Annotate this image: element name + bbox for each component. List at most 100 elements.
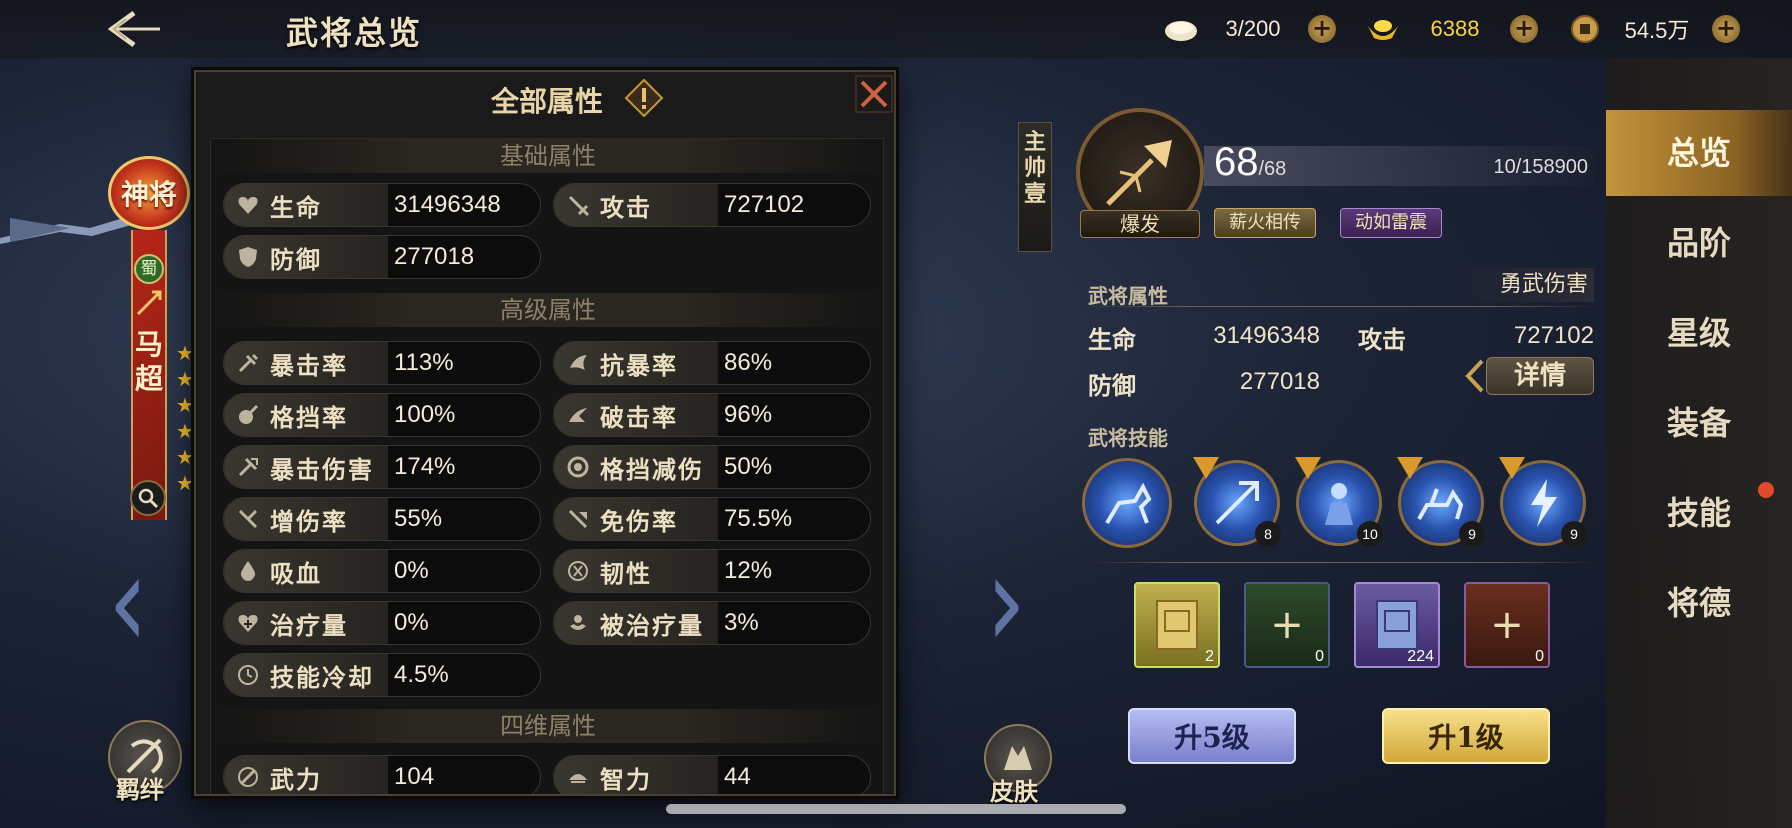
level-display: 68/68 (1214, 140, 1287, 184)
stat-healed: 被治疗量 3% (553, 601, 871, 645)
skills-section-title: 武将技能 (1088, 426, 1168, 450)
resource-coin: 54.5万 + (1568, 12, 1740, 46)
home-indicator[interactable] (666, 804, 1126, 814)
hero-name: 马超 (134, 328, 163, 395)
stat-block-rate: 格挡率 100% (223, 393, 541, 437)
stat-crit-damage: 暴击伤害 174% (223, 445, 541, 489)
star-icon: ★ (176, 445, 194, 469)
add-stamina-button[interactable]: + (1308, 15, 1336, 43)
notification-dot (1758, 482, 1774, 498)
stat-defense: 防御 277018 (223, 235, 541, 279)
stat-hp: 生命 31496348 (223, 183, 541, 227)
skill-slot[interactable]: 9 (1499, 457, 1587, 547)
side-tab-star[interactable]: 星级 (1606, 290, 1792, 376)
type-tag: 爆发 (1080, 210, 1200, 238)
anti-crit-icon (564, 349, 592, 377)
cavalry-icon (1417, 488, 1464, 520)
skill-slot[interactable] (1082, 458, 1172, 548)
info-icon[interactable] (624, 78, 664, 118)
side-tab-equipment[interactable]: 装备 (1606, 380, 1792, 466)
skin-label: 皮肤 (990, 777, 1038, 806)
attr-name: 攻击 (1358, 325, 1406, 354)
attr-value: 727102 (1513, 322, 1594, 349)
stat-intellect: 智力 44 (553, 755, 871, 794)
block-reduce-icon (564, 453, 592, 481)
lightning-icon (1531, 479, 1557, 527)
star-icon: ★ (176, 341, 194, 365)
add-coin-button[interactable]: + (1712, 15, 1740, 43)
stat-attack: 攻击 727102 (553, 183, 871, 227)
add-ingot-button[interactable]: + (1510, 15, 1538, 43)
stamina-value: 3/200 (1225, 16, 1281, 41)
back-button[interactable] (100, 8, 170, 50)
crit-damage-icon (234, 453, 262, 481)
shield-icon (234, 243, 262, 271)
stat-damage-reduce: 免伤率 75.5% (553, 497, 871, 541)
stat-damage-up: 增伤率 55% (223, 497, 541, 541)
stat-block-reduce: 格挡减伤 50% (553, 445, 871, 489)
bun-icon (1164, 15, 1198, 43)
attr-value: 31496348 (1213, 322, 1320, 349)
talent-tag[interactable]: 薪火相传 (1214, 208, 1316, 238)
attributes-modal: 全部属性 基础属性 生命 31496348 攻击 727102 防御 27701… (194, 70, 896, 796)
horse-rider-icon (1105, 482, 1152, 525)
close-button[interactable] (854, 74, 894, 114)
section-title-advanced: 高级属性 (211, 293, 883, 327)
talent-tag[interactable]: 动如雷震 (1340, 208, 1442, 238)
coin-icon (1568, 15, 1602, 43)
attributes-list[interactable]: 基础属性 生命 31496348 攻击 727102 防御 277018 高级属… (210, 138, 884, 794)
stat-anti-crit: 抗暴率 86% (553, 341, 871, 385)
search-icon (138, 488, 159, 509)
stat-crit-rate: 暴击率 113% (223, 341, 541, 385)
heal-icon (234, 609, 262, 637)
star-icon: ★ (176, 393, 194, 417)
pierce-icon (564, 401, 592, 429)
skill-slot[interactable]: 8 (1193, 457, 1281, 547)
resource-ingot: 6388 + (1366, 12, 1538, 46)
gold-ingot-icon (1366, 15, 1400, 43)
section-title-basic: 基础属性 (211, 139, 883, 173)
side-tab-virtue[interactable]: 将德 (1606, 560, 1792, 646)
star-icon: ★ (176, 367, 194, 391)
exp-book-slot[interactable]: + 0 (1464, 582, 1550, 668)
damage-reduce-icon (564, 505, 592, 533)
exp-book-slot[interactable]: + 0 (1244, 582, 1330, 668)
ingot-value: 6388 (1430, 16, 1480, 41)
book-icon (1376, 600, 1418, 650)
star-icon: ★ (176, 419, 194, 443)
bond-label: 羁绊 (116, 775, 164, 804)
attr-value: 277018 (1239, 368, 1320, 395)
stat-healing: 治疗量 0% (223, 601, 541, 645)
hero-stars: ★ ★ ★ ★ ★ ★ (176, 340, 196, 496)
exp-value: 10/158900 (1493, 156, 1588, 178)
rank-badge: 神将 (108, 156, 190, 230)
side-tab-overview[interactable]: 总览 (1606, 110, 1792, 196)
level-up-1-button[interactable]: 升1级 (1382, 708, 1550, 764)
damage-type-tag: 勇武伤害 (1470, 268, 1594, 302)
close-icon (855, 75, 893, 113)
skill-slot[interactable]: 9 (1397, 457, 1485, 547)
toughness-icon (564, 557, 592, 585)
exp-book-slot[interactable]: 224 (1354, 582, 1440, 668)
detail-button[interactable]: 详情 (1464, 356, 1594, 396)
magnify-button[interactable] (130, 480, 166, 516)
side-tab-rank[interactable]: 品阶 (1606, 200, 1792, 286)
might-icon (234, 763, 262, 791)
damage-up-icon (234, 505, 262, 533)
warrior-icon (1325, 483, 1353, 525)
exp-book-slot[interactable]: 2 (1134, 582, 1220, 668)
prev-hero-button[interactable]: ‹ (108, 536, 148, 667)
star-icon: ★ (176, 471, 194, 495)
faction-badge: 蜀 (134, 254, 164, 284)
stat-cooldown: 技能冷却 4.5% (223, 653, 541, 697)
block-icon (234, 401, 262, 429)
back-arrow-icon (107, 10, 160, 48)
skill-slot[interactable]: 10 (1295, 457, 1383, 547)
stat-toughness: 韧性 12% (553, 549, 871, 593)
heart-icon (234, 191, 262, 219)
level-up-5-button[interactable]: 升5级 (1128, 708, 1296, 764)
book-icon (1156, 600, 1198, 650)
spear-class-icon (136, 290, 162, 316)
next-hero-button[interactable]: › (986, 536, 1026, 667)
coin-value: 54.5万 (1624, 18, 1690, 43)
